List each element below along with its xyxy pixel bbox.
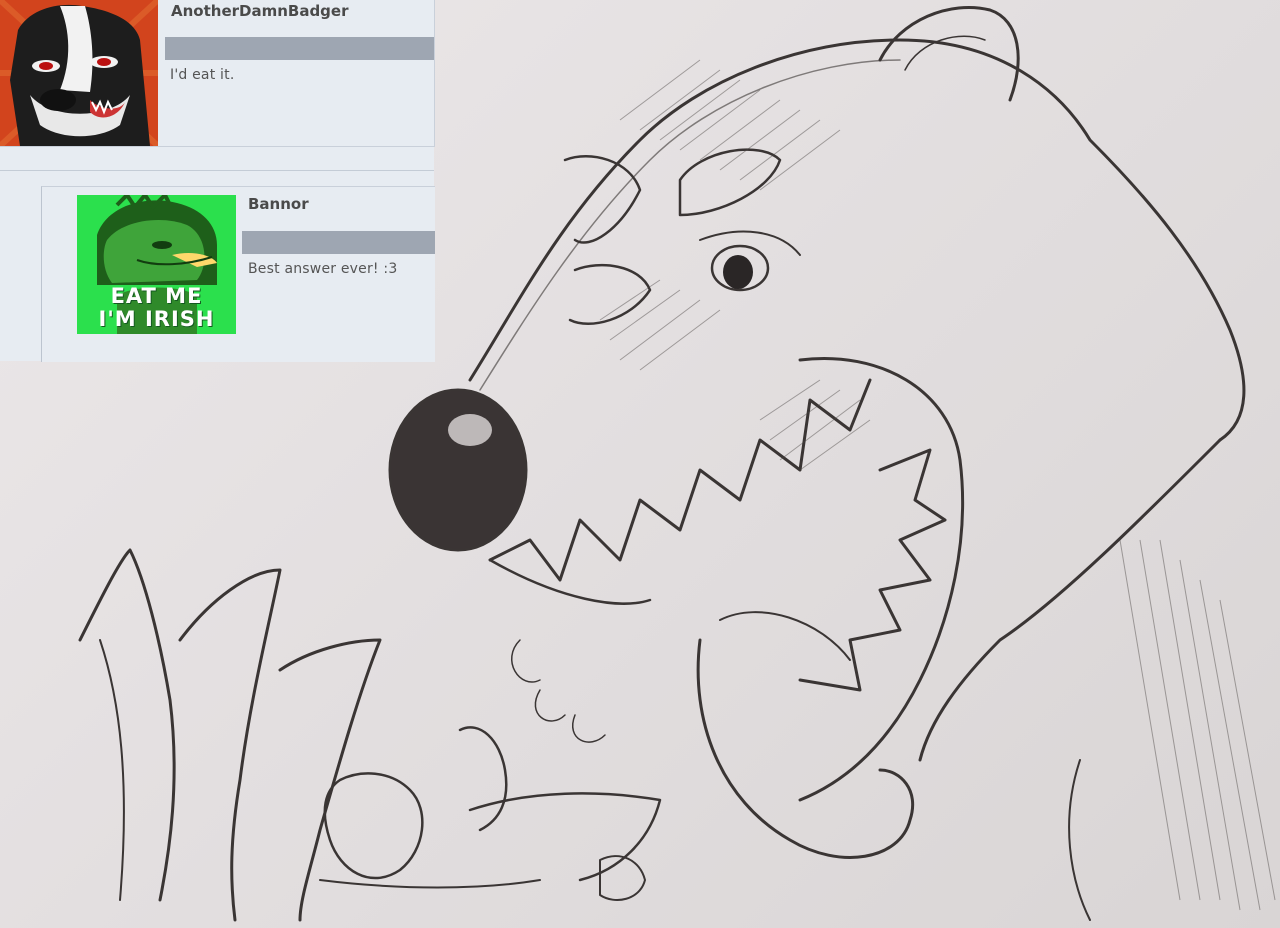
green-creature-avatar-icon[interactable]: EAT ME I'M IRISH [77,195,236,334]
avatar-caption-line: EAT ME [110,284,203,308]
comment-info-bar [165,37,434,60]
comment-reply-item: EAT ME I'M IRISH Bannor Best answer ever… [41,186,435,362]
comment-text: Best answer ever! :3 [248,261,398,277]
comment-username[interactable]: Bannor [248,195,309,213]
comment-thread-overlay: AnotherDamnBadger I'd eat it. EAT ME I'M… [0,0,435,362]
badger-avatar-icon[interactable] [0,0,158,146]
avatar-caption-line: I'M IRISH [98,307,215,331]
comment-info-bar [242,231,435,254]
comment-username[interactable]: AnotherDamnBadger [171,2,349,20]
comment-text: I'd eat it. [170,67,235,83]
thread-divider [0,170,434,171]
comment-item: AnotherDamnBadger I'd eat it. [0,0,435,147]
